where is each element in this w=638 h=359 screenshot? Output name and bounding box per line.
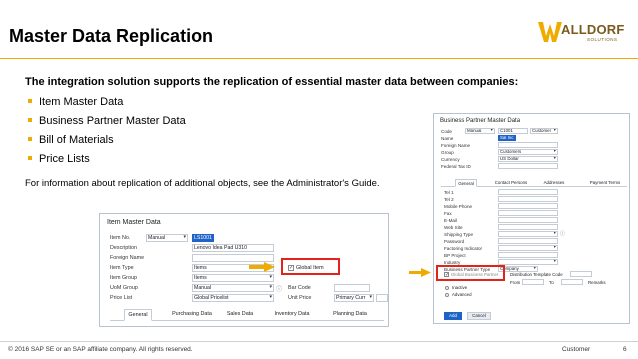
bullet-item: Business Partner Master Data [28, 114, 186, 133]
password-field[interactable] [498, 238, 558, 244]
description-field[interactable]: Lenovo Idea Pad U310 [192, 244, 274, 252]
website-field[interactable] [498, 224, 558, 230]
alldorf-logo: ALLDORF SOLUTIONS [537, 16, 632, 50]
item-group-select[interactable]: Items [192, 274, 274, 282]
unit-price-field[interactable] [376, 294, 388, 302]
advanced-radio[interactable] [445, 293, 449, 297]
bullet-list: Item Master Data Business Partner Master… [28, 95, 186, 171]
tab-contact-persons[interactable]: Contact Persons [493, 179, 529, 187]
window-title: Item Master Data [107, 219, 161, 226]
business-partner-master-data-window: Business Partner Master Data Code Manual… [433, 113, 630, 324]
bp-tabs: General Contact Persons Addresses Paymen… [441, 179, 627, 187]
dist-template-label: Distribution Template Code [510, 272, 563, 277]
bullet-icon [28, 156, 32, 161]
advanced-label: Advanced [452, 292, 472, 297]
arrow-right-icon [249, 262, 275, 272]
admin-guide-note: For information about replication of add… [25, 178, 380, 189]
logo-brand: ALLDORF [561, 22, 625, 37]
inactive-radio[interactable] [445, 286, 449, 290]
tel1-field[interactable] [498, 189, 558, 195]
tab-sales-data[interactable]: Sales Data [225, 309, 255, 321]
intro-text: The integration solution supports the re… [25, 76, 519, 88]
dist-template-field[interactable] [570, 271, 592, 277]
price-list-select[interactable]: Global Pricelist [192, 294, 274, 302]
add-button[interactable]: Add [444, 312, 462, 320]
tab-planning-data[interactable]: Planning Data [328, 309, 372, 321]
bp-type-select[interactable]: Customer [530, 128, 558, 134]
bullet-icon [28, 99, 32, 104]
bp-code-field[interactable]: C1001 [498, 128, 528, 134]
logo-subtitle: SOLUTIONS [587, 37, 618, 42]
global-item-highlight [281, 258, 340, 275]
arrow-right-icon [409, 268, 431, 277]
tab-purchasing-data[interactable]: Purchasing Data [170, 309, 214, 321]
bar-code-field[interactable] [334, 284, 370, 292]
bullet-item: Bill of Materials [28, 133, 186, 152]
inactive-label: Inactive [452, 285, 468, 290]
from-field[interactable] [522, 279, 544, 285]
to-field[interactable] [561, 279, 583, 285]
bp-code-series-select[interactable]: Manual [465, 128, 495, 134]
bp-name-field[interactable]: Sal Inc [498, 135, 516, 141]
bp-foreign-name-field[interactable] [498, 142, 558, 148]
tab-general[interactable]: General [455, 179, 477, 187]
foreign-name-field[interactable] [192, 254, 274, 262]
factoring-indicator-select[interactable] [498, 245, 558, 251]
bp-currency-select[interactable]: US Dollar [498, 156, 558, 162]
bullet-icon [28, 137, 32, 142]
global-bp-highlight [436, 265, 505, 281]
info-icon[interactable]: ⓘ [560, 230, 565, 237]
remarks-label: Remarks [588, 280, 606, 285]
item-no-series-select[interactable]: Manual [146, 234, 188, 242]
audience-label: Customer [562, 346, 591, 353]
bp-tax-id-field[interactable] [498, 163, 558, 169]
bullet-item: Price Lists [28, 152, 186, 171]
from-label: From [510, 280, 521, 285]
tab-addresses[interactable]: Addresses [541, 179, 567, 187]
window-title: Business Partner Master Data [440, 118, 521, 124]
bullet-icon [28, 118, 32, 123]
bp-group-select[interactable]: Customers [498, 149, 558, 155]
tab-inventory-data[interactable]: Inventory Data [270, 309, 314, 321]
email-field[interactable] [498, 217, 558, 223]
tel2-field[interactable] [498, 196, 558, 202]
item-master-data-window: Item Master Data Item No. Manual LS1001 … [99, 213, 389, 327]
copyright-text: © 2016 SAP SE or an SAP affiliate compan… [8, 346, 193, 353]
item-master-tabs: General Purchasing Data Sales Data Inven… [110, 309, 384, 321]
tab-general[interactable]: General [124, 309, 152, 321]
header-divider [0, 58, 638, 59]
info-icon[interactable]: ⓘ [276, 284, 282, 293]
bullet-item: Item Master Data [28, 95, 186, 114]
mobile-phone-field[interactable] [498, 203, 558, 209]
shipping-type-select[interactable] [498, 231, 558, 237]
cancel-button[interactable]: Cancel [467, 312, 491, 320]
industry-select[interactable] [498, 259, 558, 265]
page-number: 6 [623, 346, 627, 353]
footer-divider [0, 341, 638, 342]
fax-field[interactable] [498, 210, 558, 216]
item-no-field[interactable]: LS1001 [192, 234, 214, 242]
unit-price-currency-select[interactable]: Primary Curr [334, 294, 374, 302]
tab-payment-terms[interactable]: Payment Terms [587, 179, 623, 187]
to-label: To [549, 280, 554, 285]
uom-group-select[interactable]: Manual [192, 284, 274, 292]
bp-project-field[interactable] [498, 252, 558, 258]
alldorf-w-icon [538, 22, 562, 42]
slide-title: Master Data Replication [9, 26, 214, 46]
